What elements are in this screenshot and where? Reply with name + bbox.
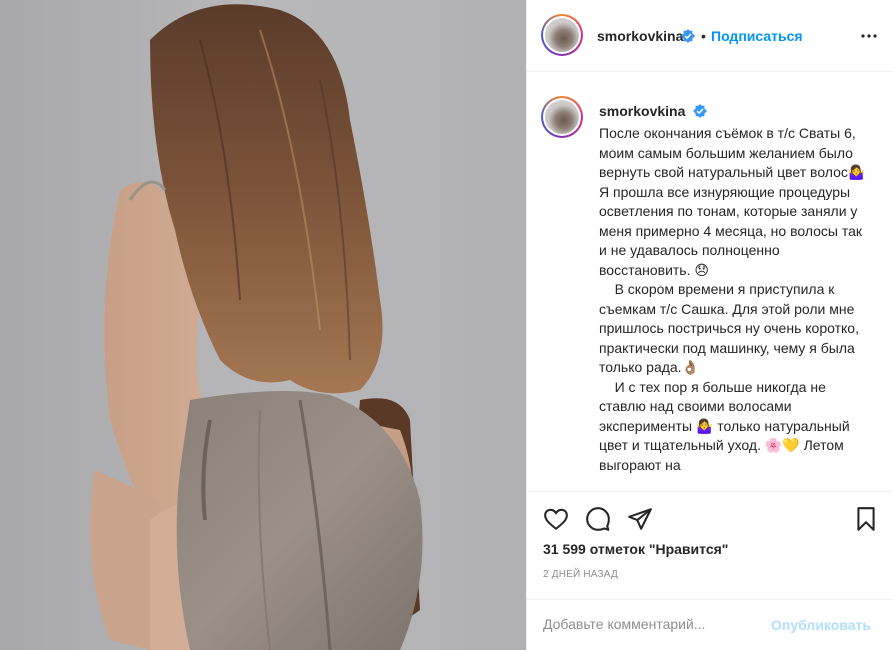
header-username[interactable]: smorkovkina (597, 28, 683, 44)
caption-section: smorkovkina После окончания съёмок в т/с… (527, 86, 892, 491)
bookmark-icon[interactable] (853, 506, 879, 532)
post-panel: smorkovkina • Подписаться smorkovkina По… (526, 0, 892, 650)
actions-section: 31 599 отметок "Нравится" 2 ДНЕЙ НАЗАД О… (527, 491, 892, 650)
comment-icon[interactable] (585, 506, 611, 532)
likes-count[interactable]: 31 599 отметок "Нравится" (543, 541, 728, 557)
heart-icon[interactable] (543, 506, 569, 532)
post-photo[interactable] (0, 0, 526, 650)
verified-badge-icon (693, 104, 707, 118)
caption-text: После окончания съёмок в т/с Сваты 6, мо… (599, 125, 866, 473)
more-options-icon[interactable] (857, 24, 881, 48)
caption-avatar[interactable] (541, 96, 583, 138)
publish-button[interactable]: Опубликовать (771, 617, 871, 633)
caption-username[interactable]: smorkovkina (599, 103, 685, 119)
post-dialog: smorkovkina • Подписаться smorkovkina По… (0, 0, 892, 650)
paper-plane-icon[interactable] (627, 506, 653, 532)
photo-illustration (0, 0, 526, 650)
avatar[interactable] (541, 14, 583, 56)
comment-input[interactable] (543, 616, 753, 632)
post-header: smorkovkina • Подписаться (527, 0, 892, 72)
post-timestamp[interactable]: 2 ДНЕЙ НАЗАД (543, 569, 618, 580)
follow-button[interactable]: Подписаться (711, 28, 803, 44)
separator-dot: • (701, 28, 706, 44)
verified-badge-icon (681, 29, 695, 43)
comment-bar: Опубликовать (527, 599, 892, 650)
